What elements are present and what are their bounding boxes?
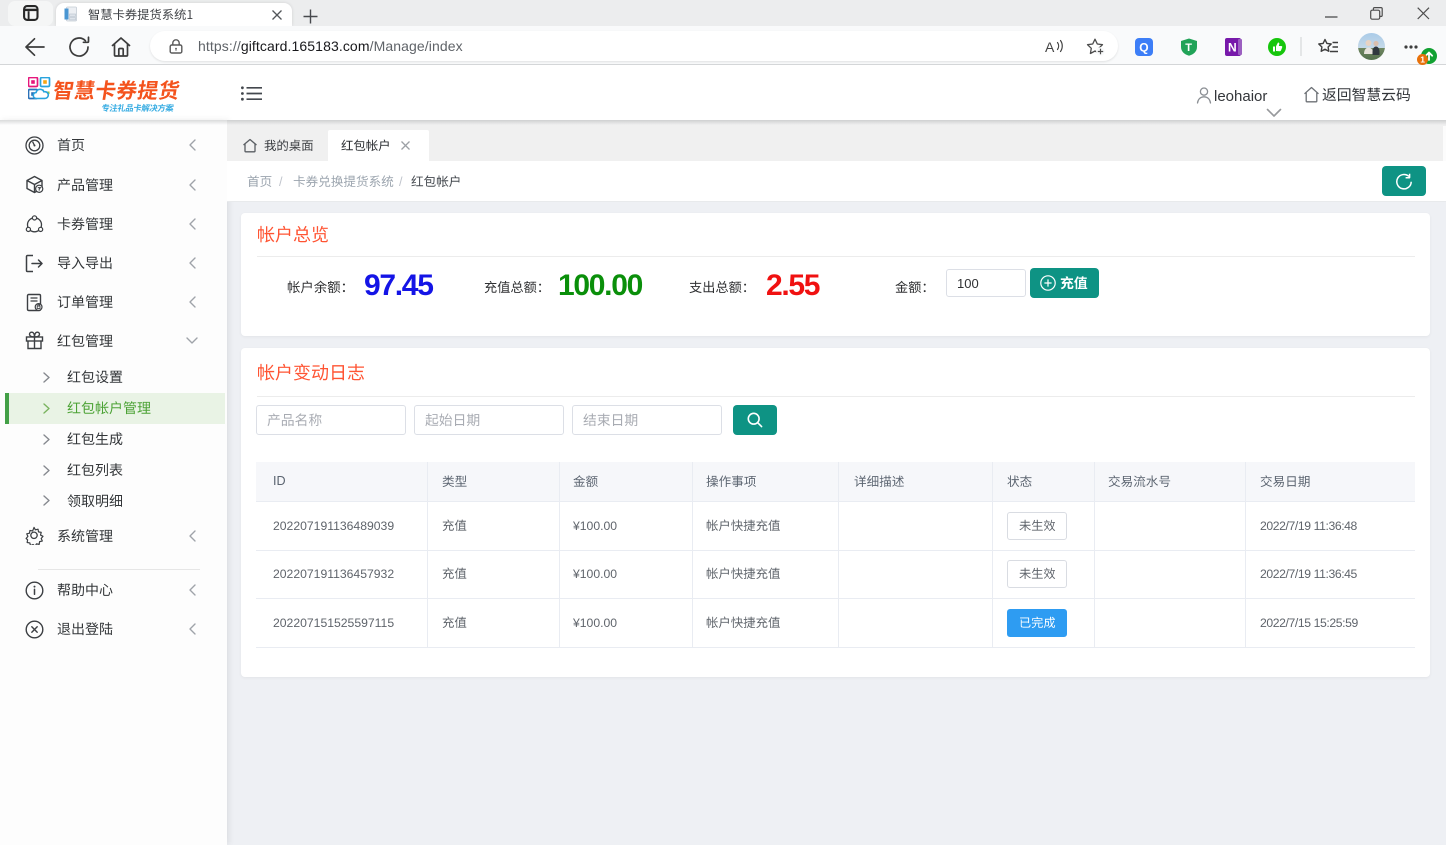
svg-text:1: 1	[1420, 55, 1425, 65]
svg-text:T: T	[1185, 42, 1192, 54]
svg-text:Q: Q	[1139, 41, 1148, 55]
svg-text:A: A	[1045, 39, 1055, 55]
svg-text:N: N	[1228, 41, 1237, 55]
